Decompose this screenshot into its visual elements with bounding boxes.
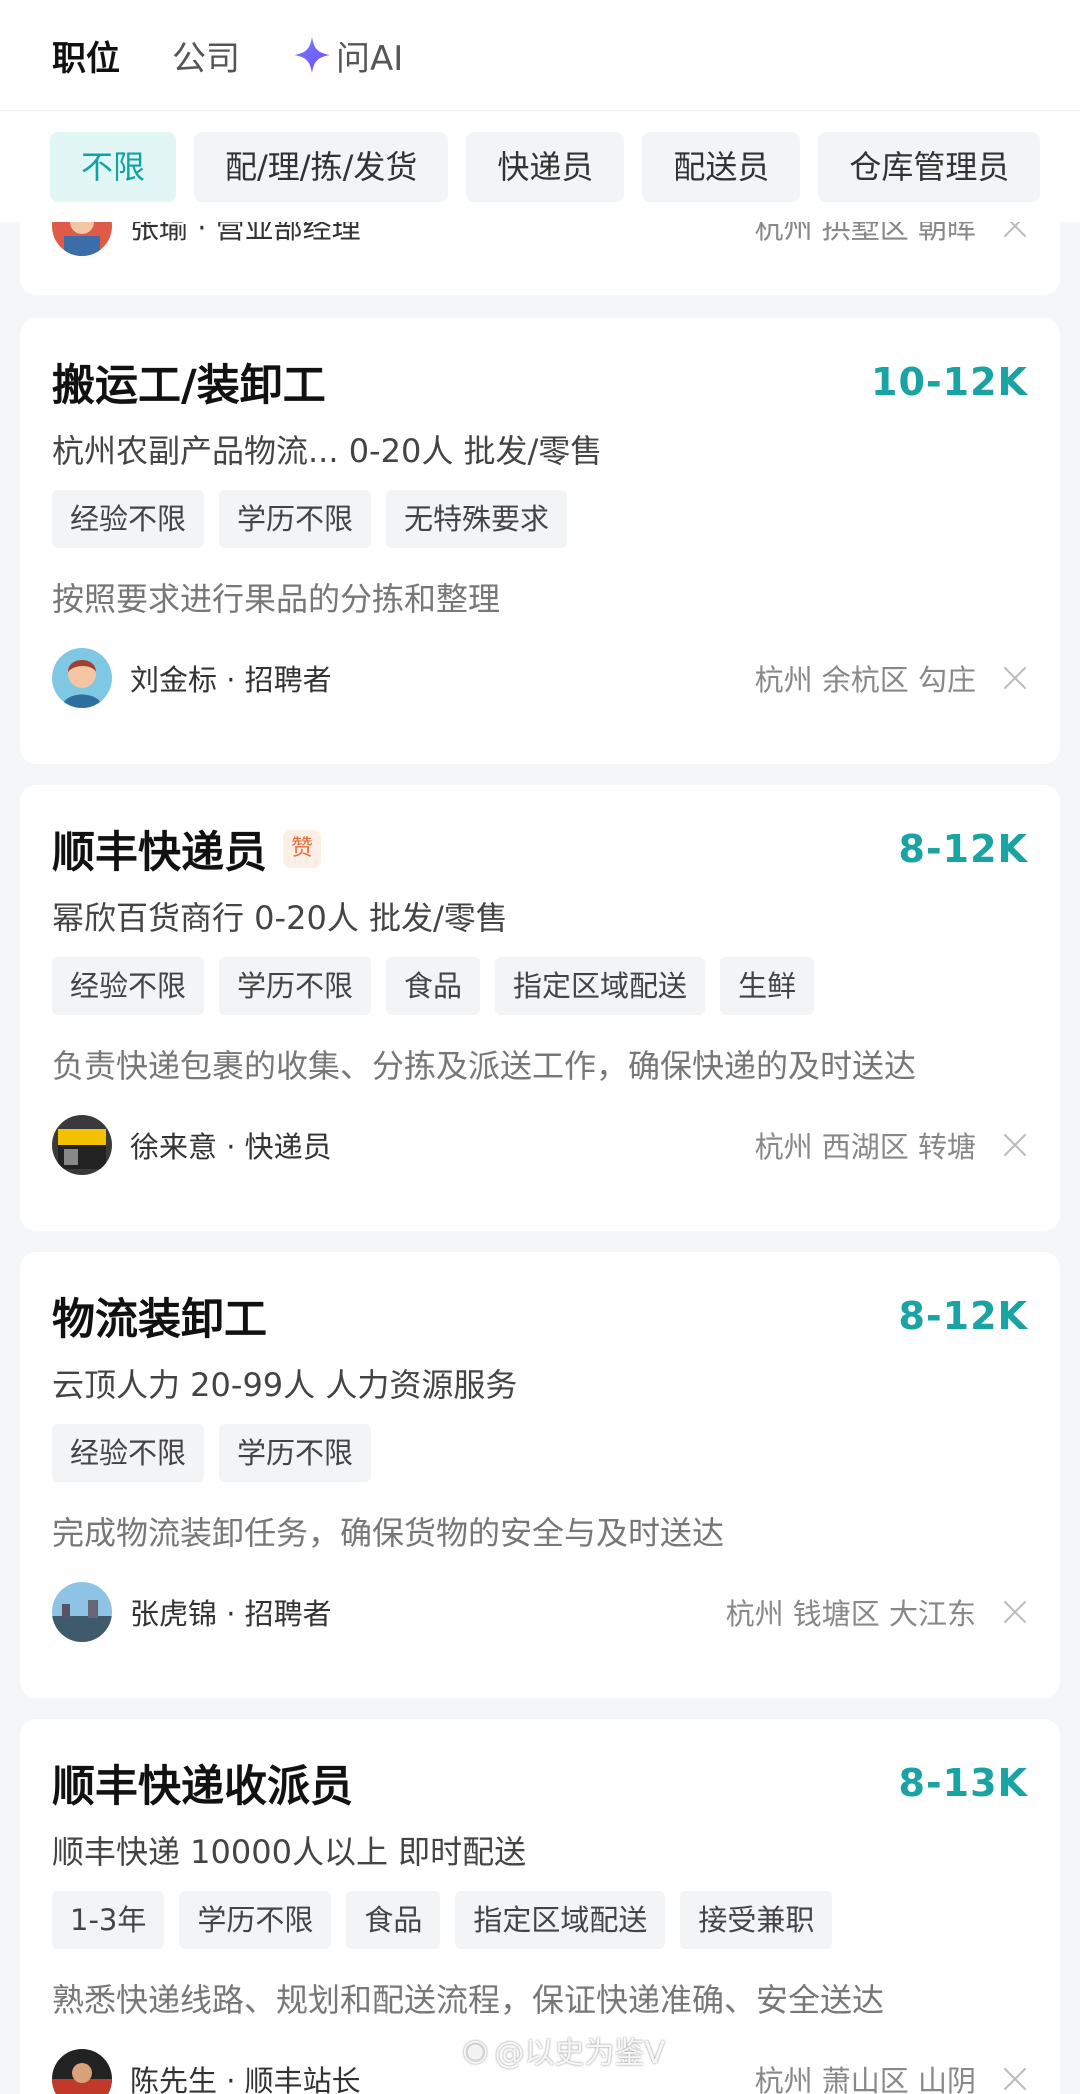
avatar bbox=[52, 648, 112, 708]
tag-list: 经验不限 学历不限 食品 指定区域配送 生鲜 bbox=[52, 957, 1028, 1015]
card-footer: 刘金标 · 招聘者 杭州 余杭区 勾庄 bbox=[52, 646, 1028, 710]
tag: 生鲜 bbox=[720, 957, 815, 1015]
salary: 10-12K bbox=[871, 360, 1028, 404]
job-title-text: 顺丰快递收派员 bbox=[52, 1762, 353, 1812]
card-header: 顺丰快递员 赞 8-12K bbox=[52, 819, 1028, 879]
recruiter: 张虎锦 · 招聘者 bbox=[52, 1582, 332, 1642]
tag: 指定区域配送 bbox=[495, 957, 706, 1015]
card-header: 物流装卸工 8-12K bbox=[52, 1286, 1028, 1346]
job-description: 熟悉快递线路、规划和配送流程，保证快递准确、安全送达 bbox=[52, 1981, 885, 2019]
job-description: 按照要求进行果品的分拣和整理 bbox=[52, 580, 501, 618]
sparkle-icon bbox=[294, 37, 330, 73]
job-title: 顺丰快递员 赞 bbox=[52, 818, 321, 880]
salary: 8-12K bbox=[898, 827, 1028, 871]
tag: 指定区域配送 bbox=[455, 1891, 666, 1949]
tab-label: 问AI bbox=[336, 38, 404, 79]
tab-label: 公司 bbox=[172, 38, 240, 79]
weibo-icon: ◉ bbox=[462, 2032, 489, 2068]
location-text: 杭州 西湖区 转塘 bbox=[754, 1130, 976, 1164]
job-card[interactable]: 搬运工/装卸工 10-12K 杭州农副产品物流... 0-20人 批发/零售 经… bbox=[20, 318, 1060, 764]
top-tabs: 职位 公司 问AI bbox=[0, 0, 1080, 111]
filter-chip-courier[interactable]: 快递员 bbox=[466, 131, 625, 202]
job-description: 负责快递包裹的收集、分拣及派送工作，确保快递的及时送达 bbox=[52, 1047, 917, 1085]
card-footer: 张虎锦 · 招聘者 杭州 钱塘区 大江东 bbox=[52, 1580, 1028, 1644]
job-title-text: 物流装卸工 bbox=[52, 1295, 267, 1345]
salary: 8-12K bbox=[898, 1294, 1028, 1338]
recruiter-name: 徐来意 · 快递员 bbox=[130, 1130, 332, 1164]
tag: 学历不限 bbox=[219, 490, 372, 548]
job-title: 搬运工/装卸工 bbox=[52, 351, 326, 413]
location: 杭州 钱塘区 大江东 bbox=[726, 1591, 1028, 1633]
tag: 经验不限 bbox=[52, 957, 205, 1015]
location: 杭州 萧山区 山阴 bbox=[755, 2058, 1028, 2094]
avatar bbox=[52, 2049, 112, 2094]
tag-list: 经验不限 学历不限 bbox=[52, 1424, 1028, 1482]
filter-chip-unlimited[interactable]: 不限 bbox=[50, 131, 177, 202]
recruiter-name: 陈先生 · 顺丰站长 bbox=[130, 2064, 361, 2094]
avatar bbox=[52, 1582, 112, 1642]
tab-companies[interactable]: 公司 bbox=[172, 31, 240, 80]
tab-jobs[interactable]: 职位 bbox=[52, 31, 120, 80]
job-title-text: 顺丰快递员 bbox=[52, 828, 267, 878]
job-title: 顺丰快递收派员 bbox=[52, 1752, 353, 1814]
recruiter: 徐来意 · 快递员 bbox=[52, 1115, 332, 1175]
job-description: 完成物流装卸任务，确保货物的安全与及时送达 bbox=[52, 1514, 725, 1552]
close-icon[interactable] bbox=[1002, 1599, 1028, 1625]
location-text: 杭州 钱塘区 大江东 bbox=[725, 1597, 976, 1631]
card-header: 顺丰快递收派员 8-13K bbox=[52, 1753, 1028, 1813]
tag: 学历不限 bbox=[219, 1424, 372, 1482]
location-text: 杭州 余杭区 勾庄 bbox=[754, 663, 976, 697]
tag: 经验不限 bbox=[52, 490, 205, 548]
close-icon[interactable] bbox=[1002, 2066, 1028, 2092]
salary: 8-13K bbox=[898, 1761, 1028, 1805]
company-info: 云顶人力 20-99人 人力资源服务 bbox=[52, 1366, 518, 1404]
tag: 食品 bbox=[386, 957, 481, 1015]
job-card[interactable]: 物流装卸工 8-12K 云顶人力 20-99人 人力资源服务 经验不限 学历不限… bbox=[20, 1252, 1060, 1698]
filter-chip-delivery[interactable]: 配送员 bbox=[642, 131, 801, 202]
watermark-text: @以史为鉴V bbox=[494, 2036, 665, 2071]
tag: 无特殊要求 bbox=[386, 490, 568, 548]
filter-chip-sorting[interactable]: 配/理/拣/发货 bbox=[194, 131, 449, 202]
filter-chips: 不限 配/理/拣/发货 快递员 配送员 仓库管理员 bbox=[0, 111, 1080, 222]
job-card[interactable]: 顺丰快递员 赞 8-12K 幂欣百货商行 0-20人 批发/零售 经验不限 学历… bbox=[20, 785, 1060, 1231]
card-footer: 徐来意 · 快递员 杭州 西湖区 转塘 bbox=[52, 1113, 1028, 1177]
card-header: 搬运工/装卸工 10-12K bbox=[52, 352, 1028, 412]
tag: 学历不限 bbox=[219, 957, 372, 1015]
location: 杭州 余杭区 勾庄 bbox=[755, 657, 1028, 699]
tab-ask-ai[interactable]: 问AI bbox=[292, 31, 403, 80]
company-info: 幂欣百货商行 0-20人 批发/零售 bbox=[52, 899, 508, 937]
close-icon[interactable] bbox=[1002, 1132, 1028, 1158]
tag: 接受兼职 bbox=[680, 1891, 833, 1949]
recruiter-name: 张虎锦 · 招聘者 bbox=[130, 1597, 332, 1631]
tag-list: 1-3年 学历不限 食品 指定区域配送 接受兼职 bbox=[52, 1891, 1028, 1949]
avatar bbox=[52, 1115, 112, 1175]
location: 杭州 西湖区 转塘 bbox=[755, 1124, 1028, 1166]
tag: 经验不限 bbox=[52, 1424, 205, 1482]
tag: 食品 bbox=[346, 1891, 441, 1949]
company-info: 顺丰快递 10000人以上 即时配送 bbox=[52, 1833, 527, 1871]
tag: 1-3年 bbox=[52, 1891, 165, 1949]
location-text: 杭州 萧山区 山阴 bbox=[754, 2064, 976, 2094]
job-title: 物流装卸工 bbox=[52, 1285, 267, 1347]
tag-list: 经验不限 学历不限 无特殊要求 bbox=[52, 490, 1028, 548]
tag: 学历不限 bbox=[179, 1891, 332, 1949]
praise-badge: 赞 bbox=[283, 830, 321, 868]
close-icon[interactable] bbox=[1002, 665, 1028, 691]
job-title-text: 搬运工/装卸工 bbox=[52, 361, 326, 411]
filter-chip-warehouse[interactable]: 仓库管理员 bbox=[818, 131, 1041, 202]
tab-label: 职位 bbox=[52, 38, 120, 79]
recruiter-name: 刘金标 · 招聘者 bbox=[130, 663, 332, 697]
recruiter: 陈先生 · 顺丰站长 bbox=[52, 2049, 361, 2094]
company-info: 杭州农副产品物流... 0-20人 批发/零售 bbox=[52, 432, 603, 470]
recruiter: 刘金标 · 招聘者 bbox=[52, 648, 332, 708]
top-header: 职位 公司 问AI 不限 配/理/拣/发货 快递员 配送员 仓库管理员 bbox=[0, 0, 1080, 222]
watermark: ◉ @以史为鉴V bbox=[462, 2028, 665, 2072]
